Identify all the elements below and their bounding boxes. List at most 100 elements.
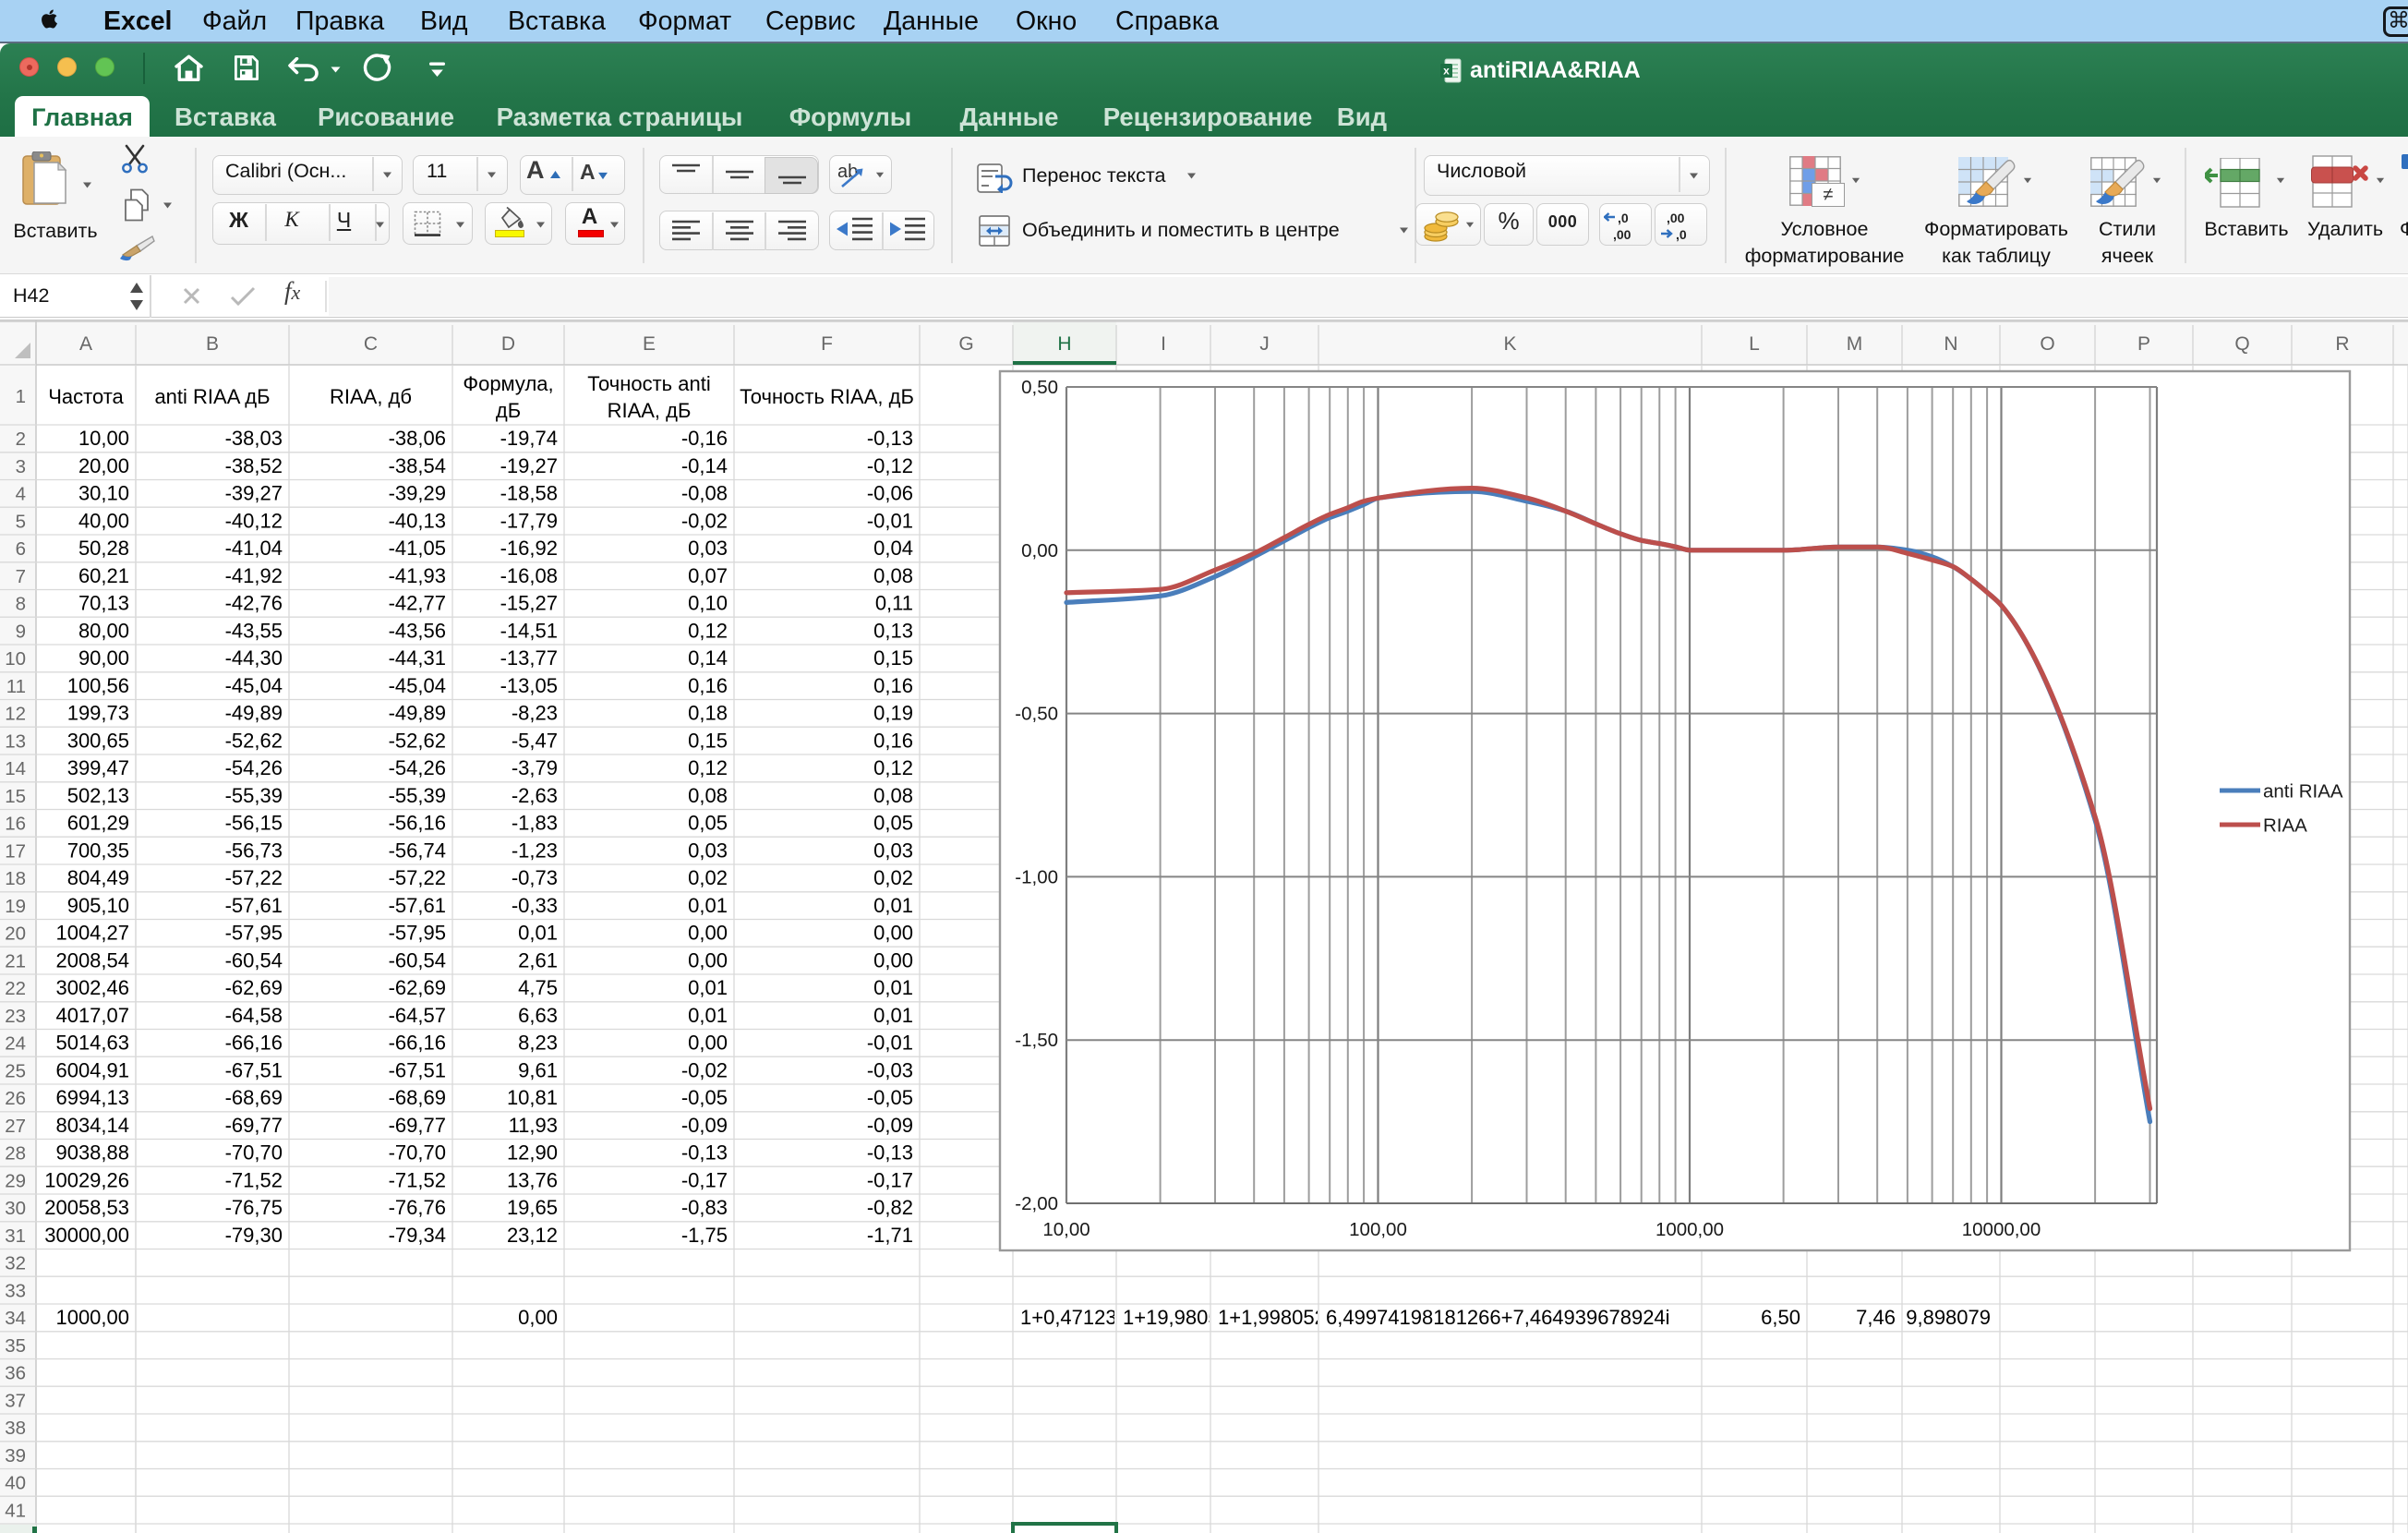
svg-text:-69,77: -69,77: [389, 1114, 446, 1137]
svg-text:0,05: 0,05: [873, 812, 913, 835]
svg-text:40: 40: [5, 1473, 26, 1494]
svg-text:-0,03: -0,03: [867, 1058, 913, 1081]
svg-text:-49,89: -49,89: [225, 702, 283, 725]
svg-text:-45,04: -45,04: [225, 674, 283, 697]
svg-text:34: 34: [5, 1308, 26, 1329]
svg-text:-71,52: -71,52: [225, 1168, 283, 1191]
svg-text:5014,63: 5014,63: [55, 1032, 129, 1055]
svg-text:K: K: [1503, 333, 1516, 355]
svg-text:1000,00: 1000,00: [1656, 1219, 1724, 1240]
svg-text:-0,09: -0,09: [867, 1114, 913, 1137]
svg-text:12: 12: [5, 704, 26, 725]
svg-text:0,01: 0,01: [688, 1004, 728, 1027]
svg-text:90,00: 90,00: [78, 646, 129, 670]
svg-text:-16,08: -16,08: [500, 564, 558, 587]
svg-text:-3,79: -3,79: [512, 756, 558, 779]
svg-text:21: 21: [5, 950, 26, 972]
svg-text:-0,33: -0,33: [512, 894, 558, 917]
svg-text:D: D: [501, 333, 515, 355]
svg-text:70,13: 70,13: [78, 592, 129, 615]
svg-text:0,02: 0,02: [873, 866, 913, 889]
svg-text:-67,51: -67,51: [389, 1058, 446, 1081]
svg-text:-45,04: -45,04: [389, 674, 446, 697]
svg-text:6,63: 6,63: [518, 1004, 558, 1027]
svg-text:0,16: 0,16: [688, 674, 728, 697]
svg-text:0,00: 0,00: [688, 948, 728, 972]
svg-text:x: x: [1443, 65, 1450, 78]
svg-text:6004,91: 6004,91: [55, 1058, 129, 1081]
svg-text:-38,54: -38,54: [389, 454, 446, 477]
svg-text:5: 5: [16, 511, 26, 532]
svg-text:-40,13: -40,13: [389, 509, 446, 532]
svg-text:Частота: Частота: [48, 385, 124, 408]
svg-text:0,01: 0,01: [688, 976, 728, 999]
svg-text:-41,04: -41,04: [225, 537, 283, 560]
svg-text:-70,70: -70,70: [389, 1141, 446, 1165]
svg-text:0,04: 0,04: [873, 537, 913, 560]
svg-text:13,76: 13,76: [507, 1168, 558, 1191]
svg-text:0,01: 0,01: [688, 894, 728, 917]
svg-text:3: 3: [16, 456, 26, 477]
svg-text:0,10: 0,10: [688, 592, 728, 615]
svg-text:18: 18: [5, 868, 26, 889]
svg-text:19: 19: [5, 896, 26, 917]
svg-text:-0,50: -0,50: [1015, 704, 1058, 725]
svg-text:-0,13: -0,13: [867, 1141, 913, 1165]
svg-text:19,65: 19,65: [507, 1196, 558, 1219]
svg-text:4,75: 4,75: [518, 976, 558, 999]
svg-text:,00: ,00: [1613, 227, 1631, 242]
svg-text:30000,00: 30000,00: [44, 1224, 129, 1247]
svg-text:P: P: [2137, 333, 2150, 355]
svg-text:24: 24: [5, 1033, 26, 1055]
svg-text:-0,16: -0,16: [681, 427, 728, 450]
svg-text:-0,02: -0,02: [681, 1058, 728, 1081]
svg-text:7,46: 7,46: [1856, 1306, 1896, 1329]
svg-text:50,28: 50,28: [78, 537, 129, 560]
svg-text:11: 11: [6, 676, 26, 697]
svg-text:0,08: 0,08: [688, 784, 728, 807]
svg-text:29: 29: [5, 1170, 26, 1191]
svg-text:Q: Q: [2234, 333, 2249, 355]
svg-text:-57,22: -57,22: [389, 866, 446, 889]
svg-text:-79,30: -79,30: [225, 1224, 283, 1247]
svg-text:A: A: [79, 333, 92, 355]
svg-text:0,12: 0,12: [688, 619, 728, 642]
svg-text:-0,02: -0,02: [681, 509, 728, 532]
svg-text:-56,73: -56,73: [225, 839, 283, 862]
svg-text:0,01: 0,01: [873, 1004, 913, 1027]
svg-text:O: O: [2040, 333, 2054, 355]
svg-text:0,01: 0,01: [873, 976, 913, 999]
svg-text:-2,00: -2,00: [1015, 1193, 1058, 1214]
svg-text:16: 16: [5, 814, 26, 835]
svg-text:8034,14: 8034,14: [55, 1114, 129, 1137]
svg-text:-0,06: -0,06: [867, 482, 913, 505]
svg-text:33: 33: [5, 1280, 26, 1301]
svg-text:-54,26: -54,26: [225, 756, 283, 779]
svg-text:-79,34: -79,34: [389, 1224, 446, 1247]
svg-text:J: J: [1259, 333, 1270, 355]
svg-text:R: R: [2335, 333, 2349, 355]
svg-text:-67,51: -67,51: [225, 1058, 283, 1081]
svg-text:0,11: 0,11: [875, 592, 913, 615]
svg-text:0,14: 0,14: [688, 646, 728, 670]
svg-text:0,19: 0,19: [873, 702, 913, 725]
svg-text:-42,77: -42,77: [389, 592, 446, 615]
svg-text:9,61: 9,61: [518, 1058, 558, 1081]
svg-text:-1,83: -1,83: [512, 812, 558, 835]
svg-text:-18,58: -18,58: [500, 482, 558, 505]
svg-text:6,50: 6,50: [1761, 1306, 1800, 1329]
svg-text:-0,01: -0,01: [867, 509, 913, 532]
svg-text:-13,05: -13,05: [500, 674, 558, 697]
svg-text:0,05: 0,05: [688, 812, 728, 835]
svg-text:0,07: 0,07: [688, 564, 728, 587]
svg-text:-0,14: -0,14: [681, 454, 728, 477]
svg-text:-38,03: -38,03: [225, 427, 283, 450]
svg-text:-17,79: -17,79: [500, 509, 558, 532]
svg-text:-57,95: -57,95: [389, 922, 446, 945]
svg-text:-55,39: -55,39: [389, 784, 446, 807]
svg-text:RIAA: RIAA: [2263, 815, 2307, 837]
svg-text:-1,00: -1,00: [1015, 866, 1058, 887]
svg-text:-62,69: -62,69: [225, 976, 283, 999]
svg-text:L: L: [1749, 333, 1760, 355]
svg-text:0,01: 0,01: [873, 894, 913, 917]
